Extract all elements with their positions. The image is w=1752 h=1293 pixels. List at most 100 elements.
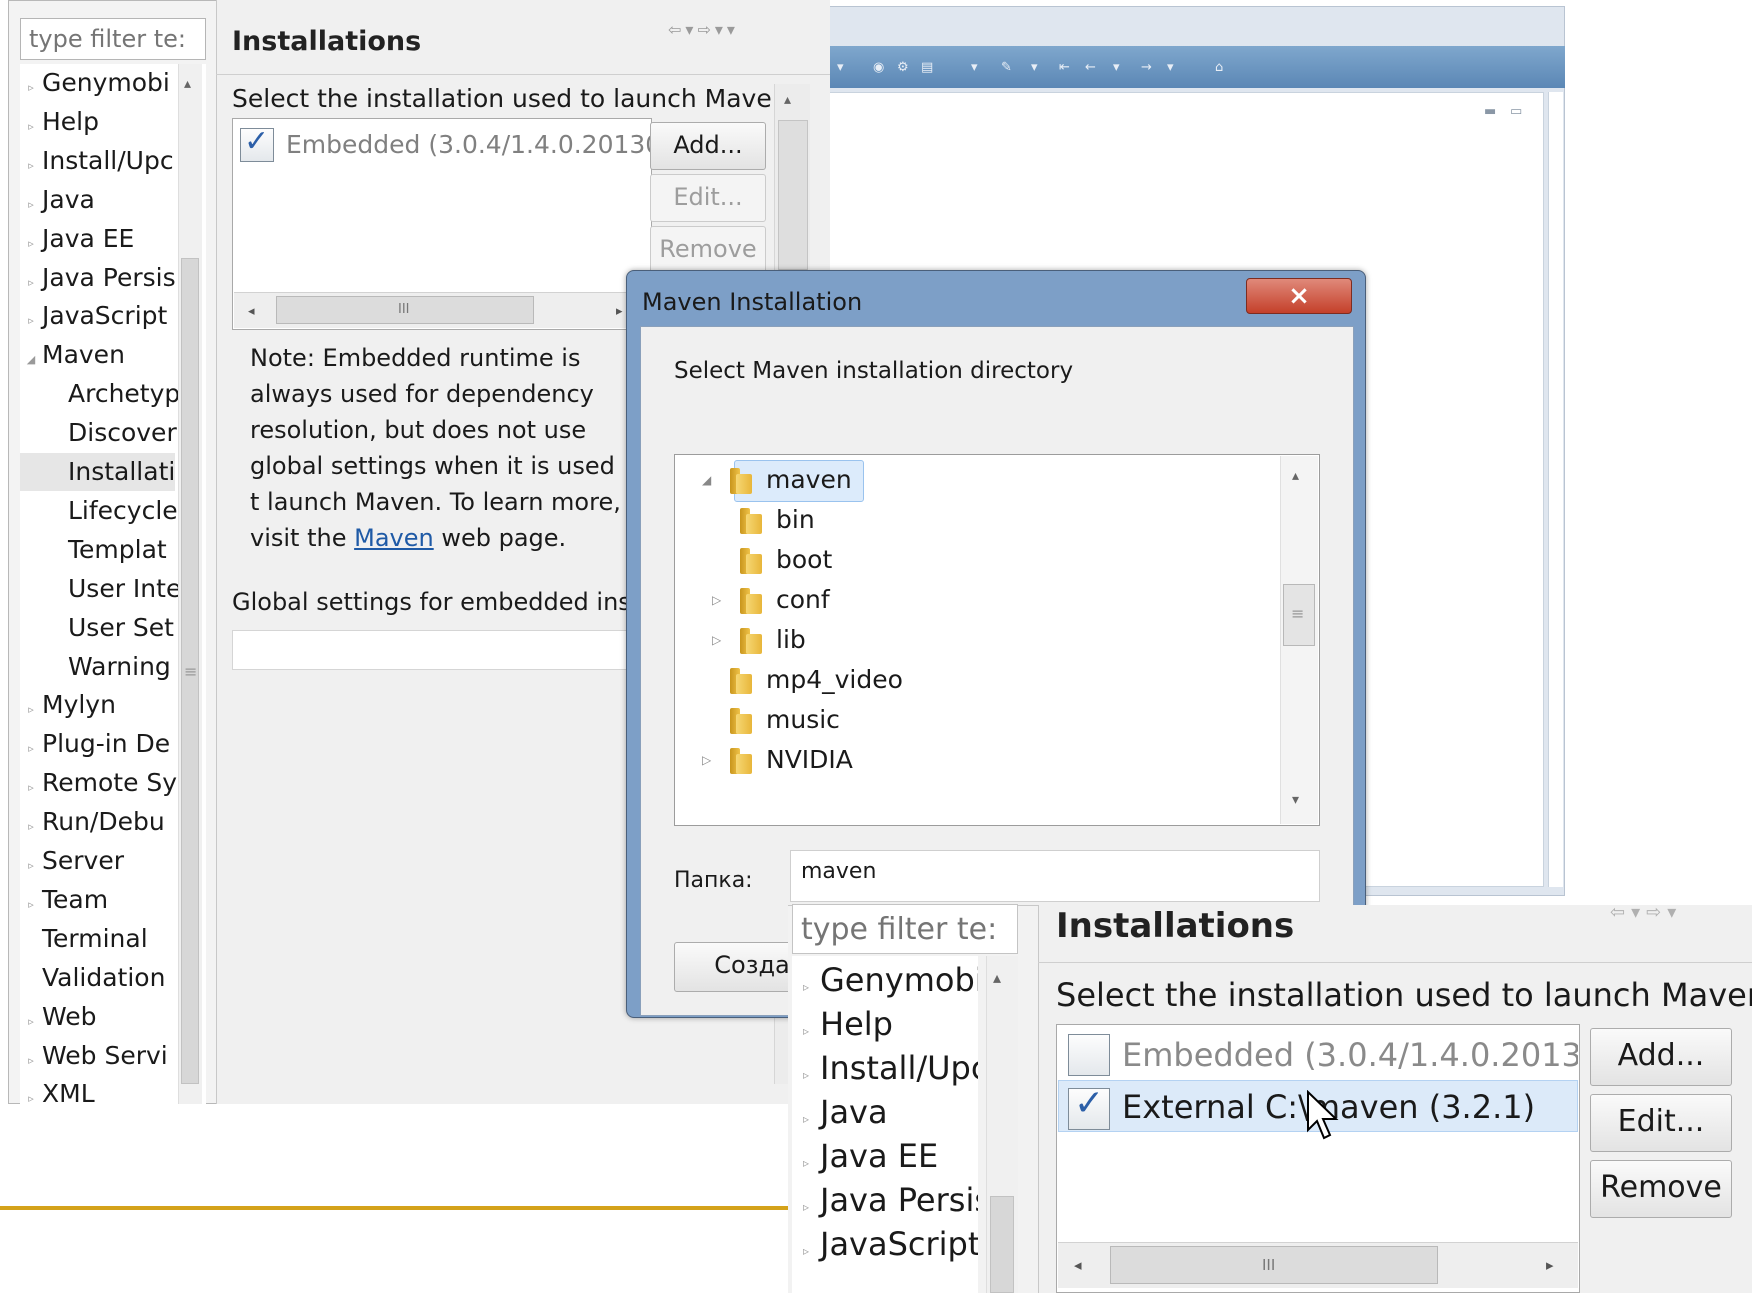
expand-arrow-icon[interactable]: ▹ [20,1080,42,1104]
expand-arrow-icon[interactable]: ▹ [20,69,42,107]
folder-item[interactable]: music [694,700,1254,740]
dropdown-icon[interactable]: ▾ [1167,60,1174,75]
expand-arrow-icon[interactable]: ▹ [20,225,42,263]
tree-item[interactable]: ▹ Run/Debu [20,803,164,841]
scroll-right-icon[interactable]: ▸ [616,304,623,319]
tree-item[interactable]: ▹ Java [792,1088,888,1136]
expand-arrow-icon[interactable]: ▹ [20,1003,42,1041]
scroll-up-icon[interactable]: ▴ [184,76,191,92]
expand-arrow-icon[interactable]: ▹ [20,691,42,729]
close-button[interactable]: × [1246,278,1352,314]
expand-arrow-icon[interactable]: ◢ [702,460,711,500]
tree-item[interactable]: Archetyp [20,375,180,413]
tree-item[interactable]: ▹ Genymobi [792,956,978,1004]
minimize-icon[interactable]: ▬ [1484,104,1496,119]
folder-item[interactable]: ▷ lib [704,620,1264,660]
tree-item[interactable]: ▹ Install/Upc [792,1044,978,1092]
tree-item[interactable]: Installati [20,453,176,491]
filter-input[interactable] [21,19,205,59]
maximize-icon[interactable]: ▭ [1510,104,1522,119]
expand-arrow-icon[interactable]: ▹ [20,769,42,807]
remove-button[interactable]: Remove [1590,1160,1732,1218]
tree-item[interactable]: ▹ Install/Upc [20,142,173,180]
expand-arrow-icon[interactable]: ▹ [20,264,42,302]
add-button[interactable]: Add... [650,122,766,170]
tool-icon[interactable]: ▤ [921,60,933,75]
expand-arrow-icon[interactable]: ▹ [20,302,42,340]
expand-arrow-icon[interactable]: ▷ [702,740,711,780]
forward-icon[interactable]: → [1141,60,1152,75]
expand-arrow-icon[interactable]: ▹ [20,186,42,224]
tool-icon[interactable]: ⚙ [897,60,909,75]
tree-item[interactable]: ▹ JavaScript [20,297,167,335]
folder-item[interactable]: boot [704,540,1264,580]
expand-arrow-icon[interactable]: ▹ [20,808,42,846]
tree-scroll-thumb[interactable] [990,1196,1014,1293]
tree-item[interactable]: ▹ Plug-in De [20,725,170,763]
expand-arrow-icon[interactable]: ▹ [20,108,42,146]
tree-item[interactable]: Lifecycle [20,492,178,530]
tree-item[interactable]: ▹ Server [20,842,124,880]
dropdown-icon[interactable]: ▾ [1113,60,1120,75]
back-icon[interactable]: ← [1085,60,1096,75]
filter-field[interactable] [20,18,206,60]
tree-item[interactable]: ▹ JavaScript [792,1220,978,1268]
tree-item[interactable]: ▹ Java Persis [20,259,175,297]
folder-item[interactable]: ◢ maven [694,460,1254,500]
tree-item[interactable]: User Set [20,609,174,647]
edit-button[interactable]: Edit... [1590,1094,1732,1152]
scroll-left-icon[interactable]: ◂ [248,304,255,319]
expand-arrow-icon[interactable]: ▹ [20,147,42,185]
add-button[interactable]: Add... [1590,1028,1732,1086]
tree-item[interactable]: ▹ Team [20,881,108,919]
expand-arrow-icon[interactable]: ▹ [20,730,42,768]
navigation-arrows-icon[interactable]: ⇦▾⇨▾▾ [668,20,739,39]
tree-item[interactable]: ▹ Mylyn [20,686,116,724]
scroll-up-icon[interactable]: ▴ [993,968,1001,987]
expand-arrow-icon[interactable]: ▹ [20,1042,42,1080]
pane-scroll-thumb[interactable] [778,120,808,270]
maven-web-page-link[interactable]: Maven [354,524,434,552]
edit-button[interactable]: Edit... [650,174,766,222]
dropdown-icon[interactable]: ▾ [971,60,978,75]
tree-item[interactable]: User Inte [20,570,181,608]
tree-item[interactable]: Templat [20,531,167,569]
folder-item[interactable]: ▷ NVIDIA [694,740,1254,780]
expand-arrow-icon[interactable]: ▹ [20,886,42,924]
filter-field[interactable] [792,904,1018,954]
expand-arrow-icon[interactable]: ▷ [712,580,721,620]
tree-item[interactable]: ▹ Help [792,1000,893,1048]
tree-item[interactable]: ▹ Java Persis [792,1176,978,1224]
folder-item[interactable]: ▷ conf [704,580,1264,620]
navigation-arrows-icon[interactable]: ⇦▾⇨▾ [1610,902,1682,923]
tree-item[interactable]: ▹ Web [20,998,96,1036]
remove-button[interactable]: Remove [650,226,766,274]
back-icon[interactable]: ⇤ [1059,60,1070,75]
expand-arrow-icon[interactable]: ◢ [20,341,42,379]
tree-item[interactable]: Discover [20,414,177,452]
tree-item[interactable]: Terminal [20,920,148,958]
checkbox-embedded[interactable]: ✓ [240,124,274,162]
tree-item[interactable]: ▹ Web Servi [20,1037,168,1075]
scroll-left-icon[interactable]: ◂ [1074,1256,1082,1274]
tree-item[interactable]: Warning [20,648,171,686]
tree-item[interactable]: ▹ Java EE [20,220,134,258]
tree-item[interactable]: ▹ Help [20,103,99,141]
tree-item[interactable]: ▹ XML [20,1075,94,1104]
tree-item[interactable]: Validation [20,959,165,997]
checkbox-embedded[interactable] [1068,1034,1110,1076]
tree-item[interactable]: ◢ Maven [20,336,125,374]
folder-item[interactable]: mp4_video [694,660,1254,700]
scroll-right-icon[interactable]: ▸ [1546,1256,1554,1274]
tree-item[interactable]: ▹ Java EE [792,1132,938,1180]
filter-input[interactable] [793,905,1017,953]
expand-arrow-icon[interactable]: ▹ [792,1227,820,1275]
scroll-down-icon[interactable]: ▾ [1292,792,1299,808]
globe-icon[interactable]: ◉ [873,60,884,75]
folder-field[interactable]: maven [790,850,1320,902]
global-settings-field[interactable] [232,630,642,670]
scroll-up-icon[interactable]: ▴ [1292,468,1299,484]
tree-item[interactable]: ▹ Remote Sy [20,764,177,802]
pin-icon[interactable]: ⌂ [1215,60,1223,75]
tool-icon[interactable]: ✎ [1001,60,1012,75]
